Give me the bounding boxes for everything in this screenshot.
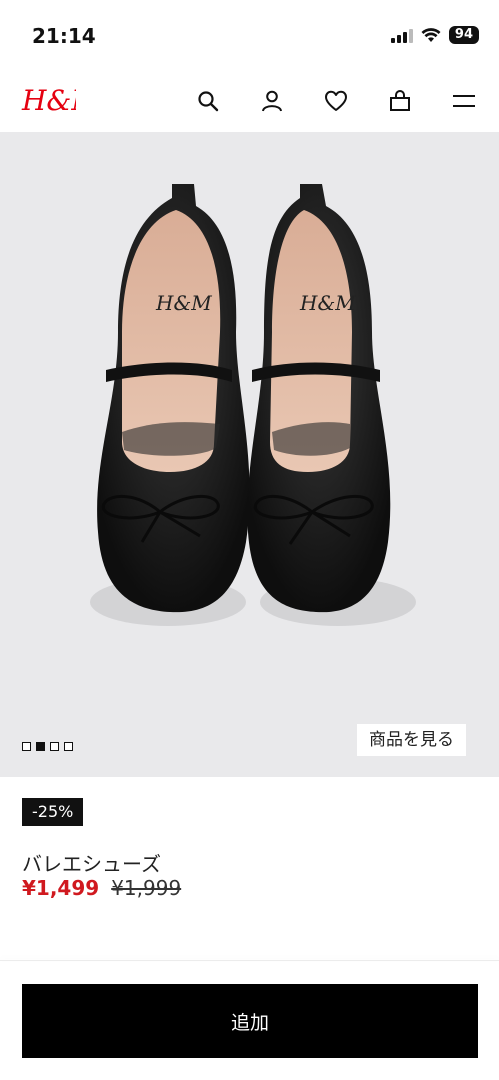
cart-button[interactable] <box>383 84 417 118</box>
original-price: ¥1,999 <box>111 876 182 900</box>
svg-text:H&M: H&M <box>21 84 76 117</box>
sale-price: ¥1,499 <box>22 876 100 900</box>
account-button[interactable] <box>255 84 289 118</box>
header-actions <box>191 84 481 118</box>
svg-text:H&M: H&M <box>155 291 212 315</box>
carousel-dot[interactable] <box>64 742 73 751</box>
status-time: 21:14 <box>32 24 96 48</box>
shopping-bag-icon <box>390 90 410 111</box>
menu-icon <box>453 95 475 107</box>
status-indicators: 94 <box>390 26 479 44</box>
carousel-dot-active[interactable] <box>36 742 45 751</box>
search-button[interactable] <box>191 84 225 118</box>
product-image-carousel[interactable]: H&M H&M 商品を見る <box>0 132 499 777</box>
product-image: H&M H&M <box>90 184 416 626</box>
search-icon <box>198 91 219 112</box>
battery-icon: 94 <box>448 26 479 44</box>
account-icon <box>262 90 282 112</box>
product-name[interactable]: バレエシューズ <box>22 848 161 877</box>
carousel-indicator <box>22 742 73 751</box>
brand-logo[interactable]: H&M <box>20 80 76 120</box>
price-row: ¥1,499 ¥1,999 <box>22 876 181 900</box>
discount-badge: -25% <box>22 798 84 826</box>
status-bar: 21:14 94 <box>0 0 499 70</box>
svg-text:H&M: H&M <box>299 291 356 315</box>
carousel-dot[interactable] <box>22 742 31 751</box>
favorite-heart-icon <box>325 90 347 111</box>
add-to-cart-button[interactable]: 追加 <box>22 984 478 1058</box>
app-header: H&M <box>0 70 499 132</box>
cellular-signal-icon <box>390 27 413 43</box>
bottom-bar-divider <box>0 960 499 961</box>
menu-button[interactable] <box>447 84 481 118</box>
view-product-button[interactable]: 商品を見る <box>357 724 466 756</box>
carousel-dot[interactable] <box>50 742 59 751</box>
favorites-button[interactable] <box>319 84 353 118</box>
wifi-icon <box>421 28 441 42</box>
